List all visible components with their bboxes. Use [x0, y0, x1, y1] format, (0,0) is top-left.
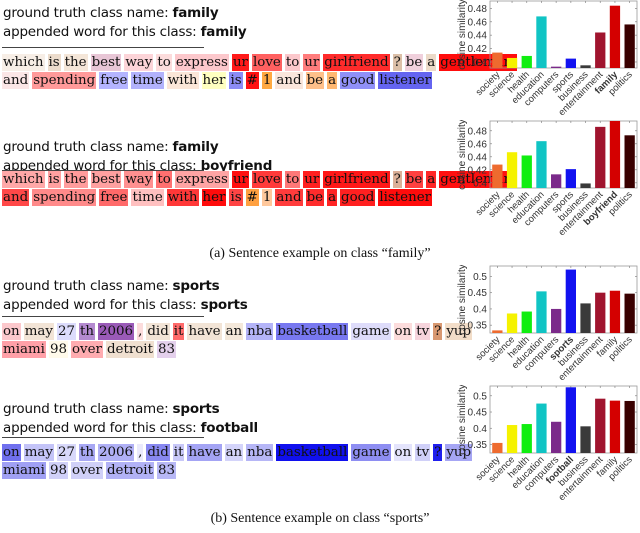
token: 2006	[98, 444, 135, 461]
bar-business	[580, 426, 591, 453]
token: on	[393, 444, 413, 461]
caption-b: (b) Sentence example on class “sports”	[210, 511, 430, 526]
bar-football	[565, 387, 576, 453]
bar-entertainment	[595, 398, 606, 453]
token: nba	[246, 444, 274, 461]
token: over	[71, 462, 103, 479]
token: it	[172, 444, 185, 461]
token: miami	[2, 462, 46, 479]
y-tick-label: 0.5	[473, 391, 487, 402]
token: tv	[415, 444, 431, 461]
bar-computers	[551, 421, 562, 453]
token: detroit	[105, 462, 154, 479]
y-tick-label: 0.4	[473, 424, 487, 435]
token: have	[187, 444, 222, 461]
bar-society	[492, 442, 503, 453]
ground-truth-class: sports	[172, 401, 220, 417]
token: 98	[48, 462, 68, 479]
token: on	[2, 444, 21, 461]
y-axis-label: cosine similarity	[457, 385, 468, 455]
token: did	[146, 444, 170, 461]
ground-truth-label: ground truth class name:	[3, 401, 173, 417]
header-divider	[2, 437, 204, 438]
panel-header: ground truth class name: sports appended…	[3, 400, 258, 438]
token: th	[78, 444, 95, 461]
bar-education	[536, 403, 547, 453]
token: game	[351, 444, 391, 461]
token: ?	[433, 444, 443, 461]
sentence-line: on may 27th 2006, did it have an nba basketball ga…	[2, 444, 473, 462]
token: 27	[56, 444, 76, 461]
token: an	[224, 444, 244, 461]
y-tick-label: 0.35	[468, 440, 488, 451]
panel-sports-football: ground truth class name: sports appended…	[0, 0, 640, 520]
cosine-similarity-chart: cosine similarity 0.35 0.4 0.45 0.5 society sc…	[455, 385, 640, 515]
bar-science	[506, 425, 518, 453]
bar-family	[609, 400, 621, 453]
y-tick-label: 0.45	[468, 408, 488, 419]
token: ,	[137, 444, 144, 461]
sentence-line: miami 98 over detroit 83	[2, 462, 462, 480]
token: may	[23, 444, 54, 461]
bar-chart-svg: cosine similarity 0.350.40.450.5societysc…	[457, 385, 638, 503]
token: 83	[156, 462, 177, 479]
highlighted-sentence: on may 27th 2006, did it have an nba basketball ga…	[2, 444, 473, 480]
appended-word: football	[200, 420, 259, 436]
bar-health	[521, 424, 532, 453]
bar-politics	[624, 400, 635, 453]
token: basketball	[276, 444, 349, 461]
appended-label: appended word for this class:	[3, 420, 201, 436]
